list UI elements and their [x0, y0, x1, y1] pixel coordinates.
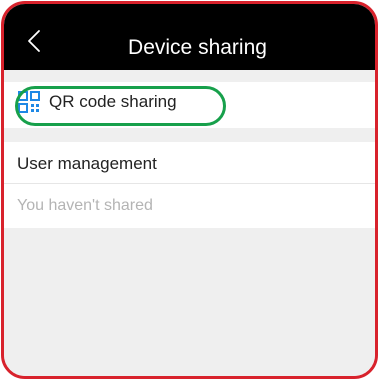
section-separator: [4, 70, 375, 82]
user-management-row: User management: [4, 142, 375, 184]
phone-frame: Device sharing QR code sharing User mana…: [1, 1, 378, 379]
qr-code-sharing-highlight[interactable]: [15, 86, 226, 126]
empty-area: [4, 228, 375, 376]
empty-state-text: You haven't shared: [17, 197, 153, 214]
page-title: Device sharing: [128, 36, 267, 59]
empty-state-row: You haven't shared: [4, 184, 375, 228]
title-bar: Device sharing: [4, 4, 375, 70]
user-management-label: User management: [17, 154, 157, 173]
section-separator: [4, 128, 375, 142]
